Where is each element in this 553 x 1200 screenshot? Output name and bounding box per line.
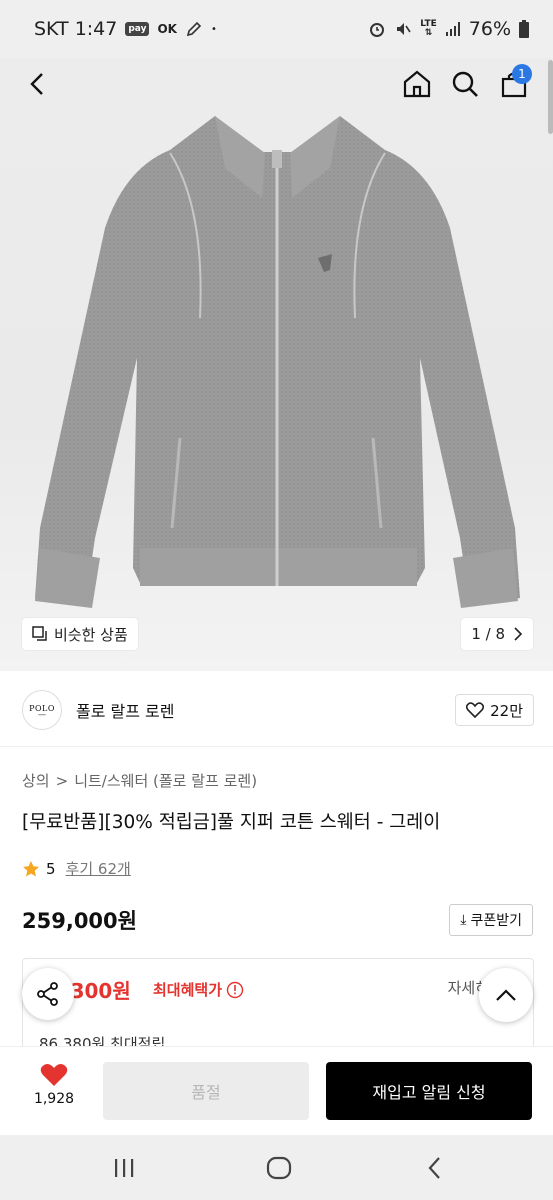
brand-name[interactable]: 폴로 랄프 로렌 — [76, 698, 175, 722]
rating-row: 5 후기 62개 — [22, 858, 131, 879]
breadcrumb-category[interactable]: 상의 — [22, 770, 50, 791]
lte-indicator: LTE ⇅ — [420, 19, 437, 38]
brand-like-button[interactable]: 22만 — [455, 694, 534, 726]
signal-icon — [445, 22, 460, 36]
soldout-button: 품절 — [103, 1062, 309, 1120]
similar-products-button[interactable]: 비슷한 상품 — [22, 618, 138, 650]
scrollbar[interactable] — [548, 60, 553, 134]
breadcrumb-subcategory[interactable]: 니트/스웨터 (폴로 랄프 로렌) — [74, 770, 257, 791]
brand-logo-line: ━━━━ — [38, 712, 46, 717]
benefit-box: ,300원 최대혜택가 자세히 86,380원 최대적립 — [22, 958, 534, 1058]
home-circle-icon — [266, 1156, 292, 1180]
share-button[interactable] — [22, 968, 74, 1020]
battery-icon — [519, 20, 529, 38]
breadcrumb: 상의 > 니트/스웨터 (폴로 랄프 로렌) — [22, 770, 257, 791]
restock-alert-button[interactable]: 재입고 알림 신청 — [326, 1062, 532, 1120]
breadcrumb-separator: > — [55, 771, 69, 790]
copy-icon — [32, 626, 47, 641]
heart-outline-icon — [466, 702, 485, 718]
similar-products-label: 비슷한 상품 — [54, 625, 128, 644]
info-icon[interactable] — [226, 981, 244, 999]
cart-count-badge: 1 — [512, 64, 532, 84]
divider — [0, 746, 553, 747]
sweater-image — [35, 116, 520, 608]
battery-percent: 76% — [468, 18, 511, 40]
scroll-to-top-button[interactable] — [479, 968, 533, 1022]
brand-row: POLO ━━━━ 폴로 랄프 로렌 22만 — [22, 690, 534, 730]
alarm-icon — [370, 23, 385, 37]
product-title: [무료반품][30% 적립금]풀 지퍼 코튼 스웨터 - 그레이 — [22, 812, 441, 833]
brand-logo[interactable]: POLO ━━━━ — [22, 690, 62, 730]
share-icon — [37, 982, 58, 1006]
coupon-label: 쿠폰받기 — [470, 913, 522, 929]
status-dot: • — [210, 23, 217, 35]
bottom-action-bar: 1,928 품절 재입고 알림 신청 — [0, 1046, 553, 1135]
heart-icon — [40, 1064, 68, 1086]
system-nav-bar — [0, 1135, 553, 1200]
home-icon — [403, 70, 431, 98]
cart-button[interactable]: 1 — [494, 64, 534, 104]
review-link[interactable]: 후기 62개 — [66, 858, 131, 879]
back-nav-button[interactable] — [420, 1153, 450, 1183]
home-button[interactable] — [397, 64, 437, 104]
product-price: 259,000원 — [22, 909, 137, 933]
recent-apps-icon — [115, 1159, 134, 1177]
back-button[interactable] — [18, 64, 58, 104]
top-nav: 1 — [0, 58, 553, 108]
back-chevron-icon — [428, 1157, 440, 1179]
chevron-up-icon — [496, 989, 516, 1001]
gallery-pager[interactable]: 1 / 8 — [461, 618, 533, 650]
ok-badge: OK — [157, 22, 177, 36]
chevron-left-icon — [30, 73, 43, 95]
brand-like-count: 22만 — [490, 701, 523, 720]
search-icon — [452, 71, 478, 97]
carrier-time: SKT 1:47 — [34, 18, 118, 40]
product-image[interactable] — [0, 58, 553, 671]
brand-logo-text: POLO — [29, 703, 55, 713]
page-indicator: 1 / 8 — [471, 625, 505, 643]
rating-score: 5 — [46, 859, 56, 878]
pay-badge: pay — [125, 22, 150, 36]
download-icon: ⤓ — [460, 912, 467, 928]
search-button[interactable] — [445, 64, 485, 104]
home-nav-button[interactable] — [264, 1153, 294, 1183]
pen-icon — [186, 21, 202, 37]
chevron-right-icon — [514, 627, 523, 641]
star-icon — [23, 860, 39, 876]
coupon-button[interactable]: ⤓ 쿠폰받기 — [449, 904, 533, 936]
recent-apps-button[interactable] — [109, 1153, 139, 1183]
wishlist-count: 1,928 — [33, 1091, 75, 1107]
wishlist-button[interactable]: 1,928 — [30, 1063, 78, 1107]
max-benefit-label: 최대혜택가 — [153, 979, 244, 1000]
mute-icon — [397, 23, 411, 35]
status-bar: SKT 1:47 pay OK • LTE ⇅ 76% — [0, 0, 553, 58]
